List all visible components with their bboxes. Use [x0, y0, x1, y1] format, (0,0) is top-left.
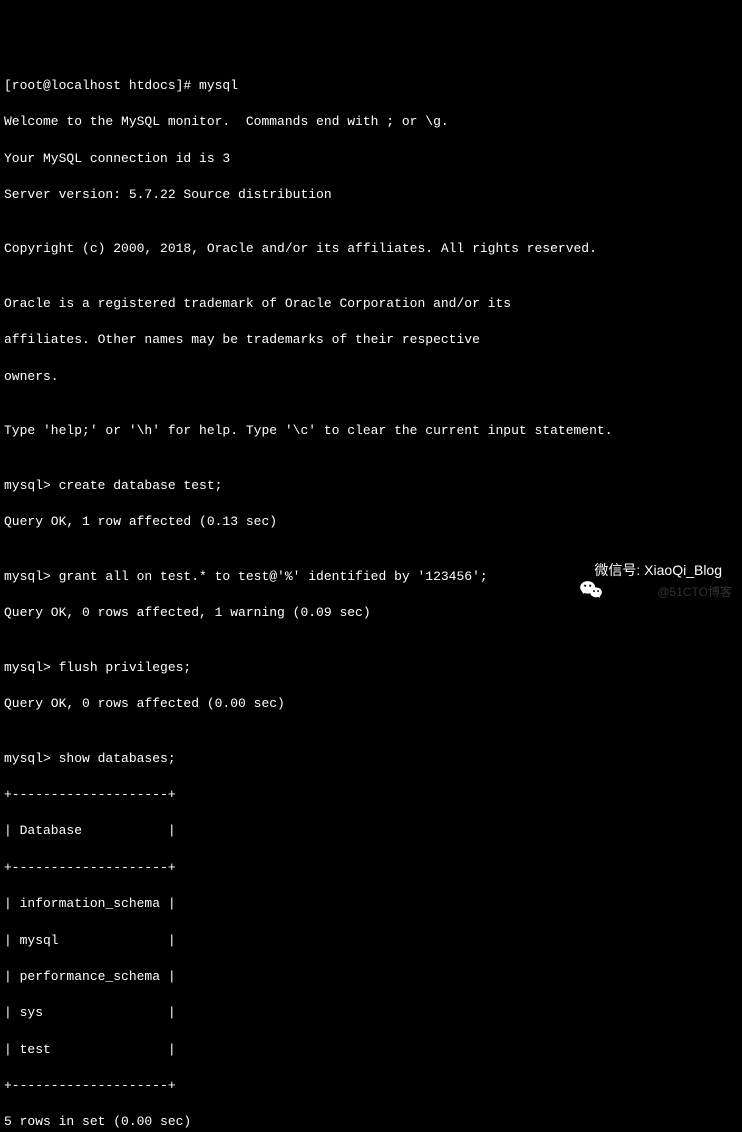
- table-row-test: | test |: [4, 1042, 176, 1057]
- table-row-mysql: | mysql |: [4, 933, 176, 948]
- cto-watermark: @51CTO博客: [657, 584, 732, 601]
- mysql-result-create-db: Query OK, 1 row affected (0.13 sec): [4, 514, 277, 529]
- trademark-line-2: affiliates. Other names may be trademark…: [4, 332, 480, 347]
- welcome-line: Welcome to the MySQL monitor. Commands e…: [4, 114, 449, 129]
- trademark-line-1: Oracle is a registered trademark of Orac…: [4, 296, 511, 311]
- table-border-mid: +--------------------+: [4, 860, 176, 875]
- server-version-line: Server version: 5.7.22 Source distributi…: [4, 187, 332, 202]
- mysql-cmd-grant: mysql> grant all on test.* to test@'%' i…: [4, 569, 488, 584]
- mysql-cmd-flush: mysql> flush privileges;: [4, 660, 191, 675]
- mysql-cmd-show-db: mysql> show databases;: [4, 751, 176, 766]
- table-border-bottom: +--------------------+: [4, 1078, 176, 1093]
- watermark-text: 微信号: XiaoQi_Blog: [594, 561, 722, 581]
- shell-prompt-line: [root@localhost htdocs]# mysql: [4, 78, 238, 93]
- table-row-sys: | sys |: [4, 1005, 176, 1020]
- table-footer-line: 5 rows in set (0.00 sec): [4, 1114, 191, 1129]
- watermark-overlay: 微信号: XiaoQi_Blog: [564, 561, 722, 581]
- table-border-top: +--------------------+: [4, 787, 176, 802]
- copyright-line: Copyright (c) 2000, 2018, Oracle and/or …: [4, 241, 597, 256]
- mysql-cmd-create-db: mysql> create database test;: [4, 478, 222, 493]
- table-row-performance-schema: | performance_schema |: [4, 969, 176, 984]
- wechat-icon: [564, 561, 588, 581]
- help-line: Type 'help;' or '\h' for help. Type '\c'…: [4, 423, 613, 438]
- trademark-line-3: owners.: [4, 369, 59, 384]
- table-header: | Database |: [4, 823, 176, 838]
- connection-id-line: Your MySQL connection id is 3: [4, 151, 230, 166]
- table-row-information-schema: | information_schema |: [4, 896, 176, 911]
- mysql-result-flush: Query OK, 0 rows affected (0.00 sec): [4, 696, 285, 711]
- mysql-result-grant: Query OK, 0 rows affected, 1 warning (0.…: [4, 605, 371, 620]
